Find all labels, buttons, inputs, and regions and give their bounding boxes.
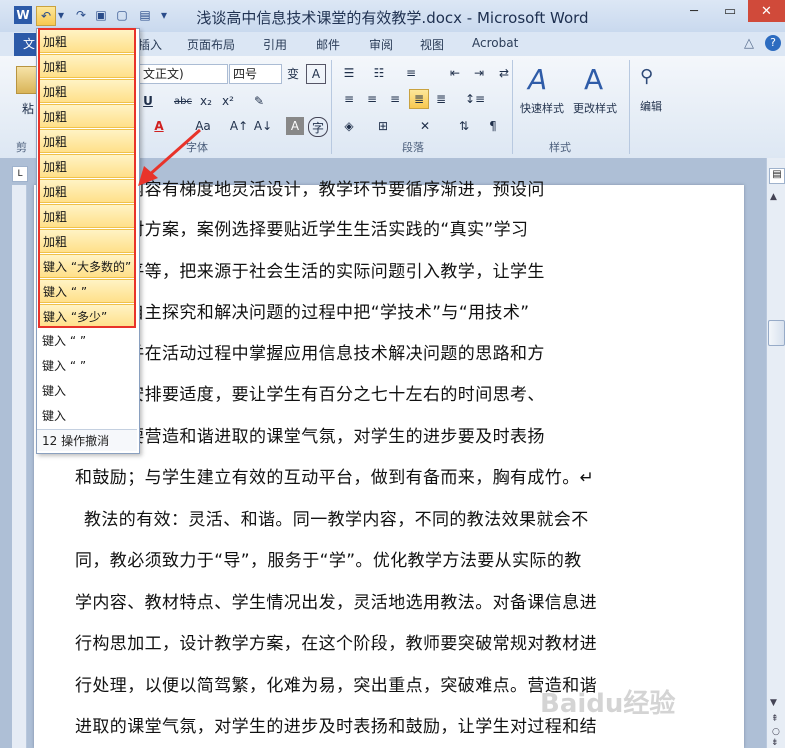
- grow-font-icon[interactable]: A↑: [230, 117, 248, 135]
- undo-item[interactable]: 键入 “ ”: [38, 329, 136, 353]
- vertical-scrollbar[interactable]: [766, 158, 785, 748]
- scroll-thumb[interactable]: [768, 320, 785, 346]
- font-name-box[interactable]: 文正文): [139, 64, 228, 84]
- tab-mailings[interactable]: 邮件: [316, 36, 340, 53]
- close-icon[interactable]: ✕: [748, 0, 785, 22]
- doc-line[interactable]: 技能水平等，把来源于社会生活的实际问题引入教学，让学生: [75, 262, 630, 282]
- next-page-icon[interactable]: ⇟: [771, 738, 779, 748]
- undo-icon[interactable]: ↶: [36, 6, 56, 26]
- open-folder-icon[interactable]: ▤: [136, 6, 154, 24]
- strikethrough-icon[interactable]: abc: [172, 92, 194, 110]
- tab-acrobat[interactable]: Acrobat: [472, 36, 518, 50]
- char-border-icon[interactable]: A: [306, 64, 326, 84]
- change-styles-label[interactable]: 更改样式: [573, 100, 617, 116]
- asian-layout-icon[interactable]: ✕: [416, 117, 434, 135]
- doc-line[interactable]: 和鼓励；与学生建立有效的互动平台，做到有备而来，胸有成竹。↵: [75, 468, 630, 488]
- undo-count-label: 12 操作撤消: [37, 429, 137, 451]
- maximize-icon[interactable]: ▭: [712, 0, 748, 22]
- char-shading-icon[interactable]: A: [286, 117, 304, 135]
- paste-button-label[interactable]: 粘: [22, 100, 34, 117]
- superscript-icon[interactable]: x²: [219, 92, 237, 110]
- doc-line[interactable]: 教法的有效：灵活、和谐。同一教学内容，不同的教法效果就会不: [84, 510, 630, 530]
- borders-icon[interactable]: ⊞: [374, 117, 392, 135]
- doc-line[interactable]: 时间的安排要适度，要让学生有百分之七十左右的时间思考、: [75, 385, 630, 405]
- watermark: Baidu经验: [540, 689, 676, 719]
- chinese-layout-icon[interactable]: ⇄: [495, 64, 513, 82]
- subscript-icon[interactable]: x₂: [197, 92, 215, 110]
- undo-item[interactable]: 键入 “ ”: [38, 354, 136, 378]
- bullets-icon[interactable]: ☰: [340, 64, 358, 82]
- quick-styles-icon[interactable]: A: [528, 63, 547, 96]
- tab-references[interactable]: 引用: [263, 36, 287, 53]
- word-app-icon[interactable]: W: [14, 6, 32, 24]
- tab-review[interactable]: 审阅: [369, 36, 393, 53]
- change-styles-icon[interactable]: A: [584, 63, 603, 96]
- tab-insert[interactable]: 插入: [138, 36, 162, 53]
- sort-icon[interactable]: ⇅: [455, 117, 473, 135]
- browse-object-icon[interactable]: ○: [772, 727, 780, 737]
- undo-dropdown-arrow[interactable]: ▾: [55, 6, 67, 24]
- paragraph-group-label: 段落: [402, 141, 424, 154]
- help-icon[interactable]: ?: [765, 35, 781, 51]
- undo-item[interactable]: 键入: [38, 379, 136, 403]
- tab-view[interactable]: 视图: [420, 36, 444, 53]
- save-icon[interactable]: ▣: [92, 6, 110, 24]
- selection-highlight-box: [38, 28, 136, 328]
- align-center-icon[interactable]: ≡: [363, 90, 381, 108]
- doc-line[interactable]: 进取的课堂气氛，对学生的进步及时表扬和鼓励，让学生对过程和结: [75, 717, 630, 737]
- show-marks-icon[interactable]: ¶: [484, 117, 502, 135]
- numbering-icon[interactable]: ☷: [370, 64, 388, 82]
- increase-indent-icon[interactable]: ⇥: [470, 64, 488, 82]
- group-separator: [331, 60, 332, 154]
- ruler-toggle-icon[interactable]: L: [12, 166, 28, 182]
- find-binoculars-icon[interactable]: ⚲: [640, 66, 653, 87]
- tab-page-layout[interactable]: 页面布局: [187, 36, 235, 53]
- decrease-indent-icon[interactable]: ⇤: [446, 64, 464, 82]
- line-spacing-icon[interactable]: ↕≡: [465, 90, 485, 108]
- scroll-down-icon[interactable]: ▼: [770, 698, 777, 708]
- shrink-font-icon[interactable]: A↓: [254, 117, 272, 135]
- multilevel-list-icon[interactable]: ≡: [402, 64, 420, 82]
- clipboard-group-label: 剪: [16, 141, 27, 154]
- redo-icon[interactable]: ↷: [72, 6, 90, 24]
- doc-line[interactable]: 多个应对方案，案例选择要贴近学生生活实践的“真实”学习: [75, 220, 630, 240]
- doc-line[interactable]: 一起，并在活动过程中掌握应用信息技术解决问题的思路和方: [75, 344, 630, 364]
- quick-styles-label[interactable]: 快速样式: [520, 100, 564, 116]
- underline-icon[interactable]: U: [139, 92, 157, 110]
- new-document-icon[interactable]: ▢: [113, 6, 131, 24]
- enclose-char-icon[interactable]: 字: [308, 117, 328, 137]
- shading-icon[interactable]: ◈: [340, 117, 358, 135]
- doc-line[interactable]: 行构思加工，设计教学方案，在这个阶段，教师要突破常规对教材进: [75, 634, 630, 654]
- group-separator: [512, 60, 513, 154]
- editing-label[interactable]: 编辑: [640, 98, 662, 114]
- phonetic-guide-icon[interactable]: 变: [284, 64, 302, 82]
- doc-line[interactable]: 探索。要营造和谐进取的课堂气氛，对学生的进步要及时表扬: [75, 427, 630, 447]
- ribbon-minimize-icon[interactable]: △: [744, 36, 754, 51]
- styles-group-label: 样式: [549, 141, 571, 154]
- vertical-ruler: [12, 185, 27, 748]
- minimize-icon[interactable]: ─: [676, 0, 712, 22]
- customize-toolbar-icon[interactable]: ▾: [158, 6, 170, 24]
- align-right-icon[interactable]: ≡: [386, 90, 404, 108]
- view-ruler-icon[interactable]: ▤: [769, 168, 785, 184]
- annotation-arrow: [138, 128, 201, 186]
- justify-icon[interactable]: ≣: [409, 89, 429, 109]
- distributed-icon[interactable]: ≣: [432, 90, 450, 108]
- undo-item[interactable]: 键入: [38, 404, 136, 428]
- doc-line[interactable]: 操作、自主探究和解决问题的过程中把“学技术”与“用技术”: [75, 303, 630, 323]
- doc-line[interactable]: 学内容、教材特点、学生情况出发，灵活地选用教法。对备课信息进: [75, 593, 630, 613]
- group-separator: [629, 60, 630, 154]
- prev-page-icon[interactable]: ⇞: [771, 714, 779, 724]
- clear-format-icon[interactable]: ✎: [250, 92, 268, 110]
- doc-line[interactable]: 同，教必须致力于“导”，服务于“学”。优化教学方法要从实际的教: [75, 551, 630, 571]
- align-left-icon[interactable]: ≡: [340, 90, 358, 108]
- scroll-up-icon[interactable]: ▲: [770, 192, 777, 202]
- font-size-box[interactable]: 四号: [229, 64, 282, 84]
